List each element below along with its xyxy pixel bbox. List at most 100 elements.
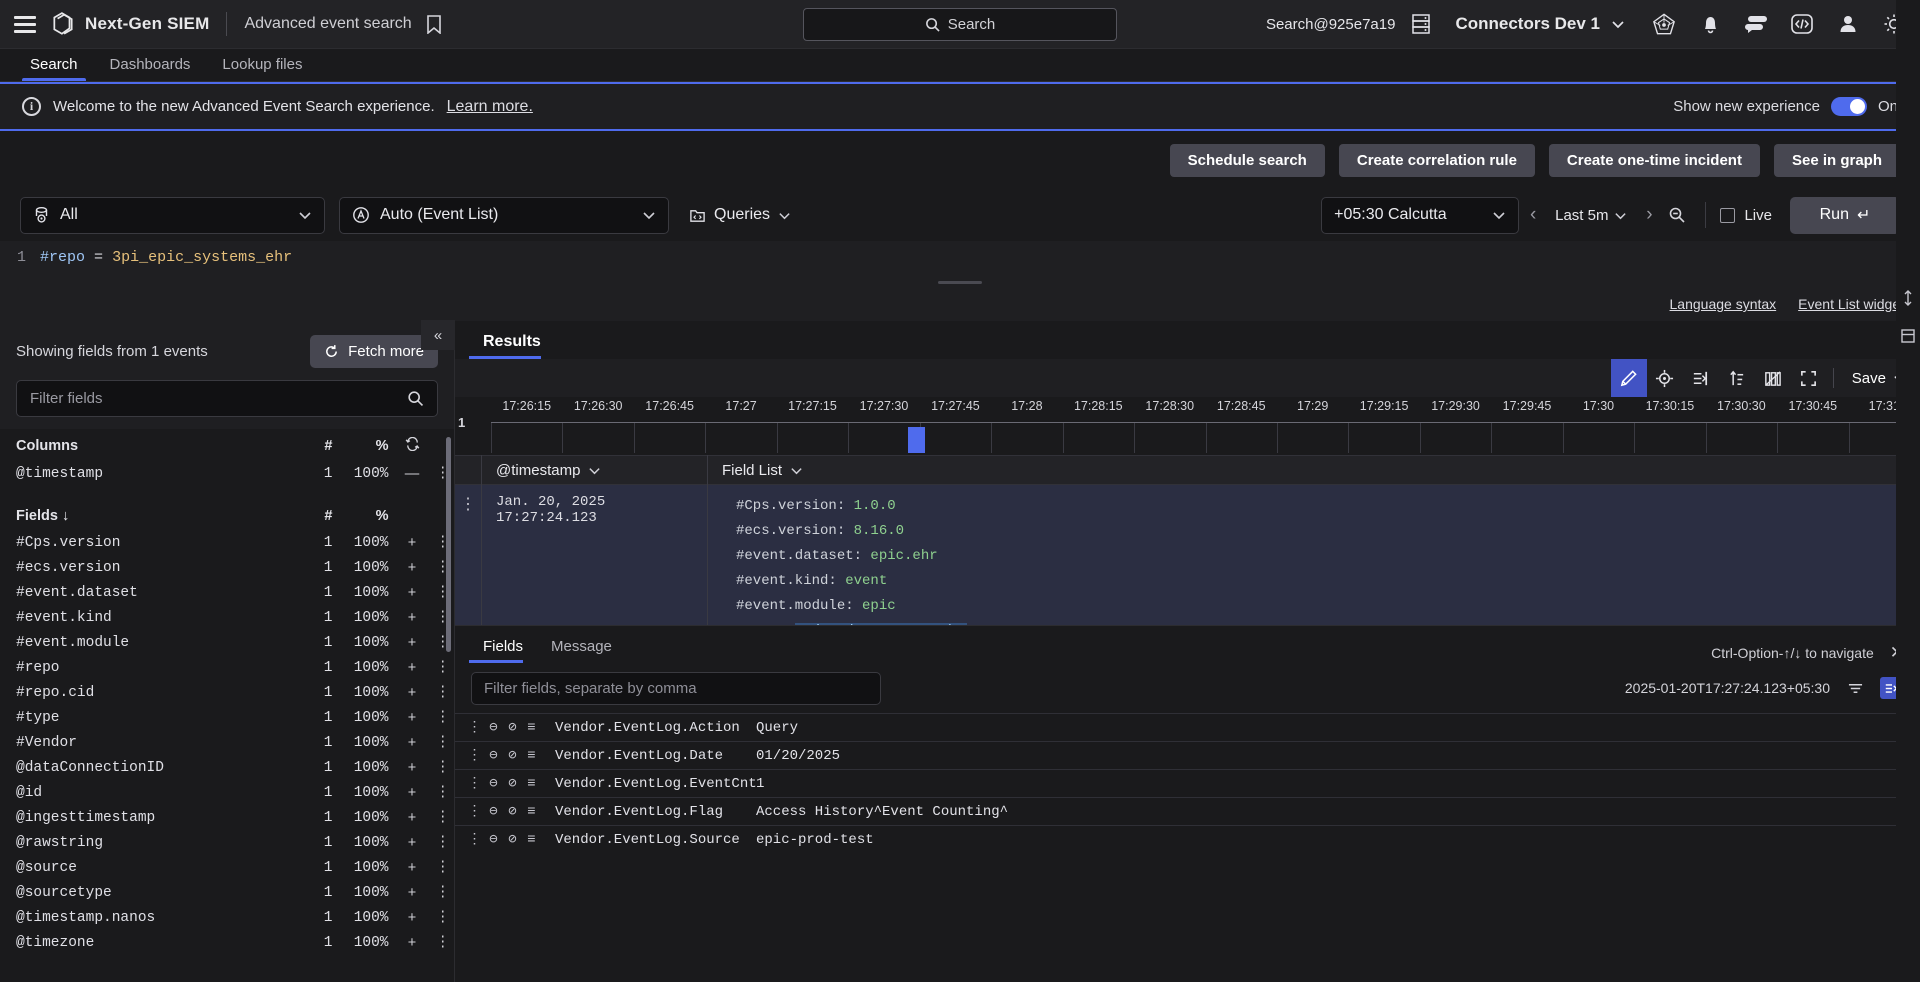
tab-dashboards[interactable]: Dashboards	[94, 56, 207, 81]
row-more-options-icon[interactable]: ⋮	[465, 831, 484, 848]
add-field-button[interactable]: +	[389, 705, 420, 730]
add-field-button[interactable]: +	[389, 880, 420, 905]
new-experience-toggle[interactable]	[1831, 97, 1867, 116]
copy-value-icon[interactable]: ≡	[522, 804, 541, 820]
add-field-button[interactable]: +	[389, 855, 420, 880]
see-in-graph-button[interactable]: See in graph	[1774, 144, 1900, 177]
create-correlation-rule-button[interactable]: Create correlation rule	[1339, 144, 1535, 177]
field-row[interactable]: @source1100%+⋮	[0, 855, 450, 880]
queries-menu[interactable]: Queries	[683, 206, 797, 224]
filter-not-equals-icon[interactable]: ⊘	[503, 831, 522, 848]
add-field-button[interactable]: +	[389, 930, 420, 955]
row-more-options-icon[interactable]: ⋮	[465, 775, 484, 792]
tab-fields[interactable]: Fields	[469, 638, 537, 663]
filter-equals-icon[interactable]: ⊖	[484, 803, 503, 820]
field-more-options-icon[interactable]: ⋮	[420, 780, 451, 805]
tab-search[interactable]: Search	[14, 56, 94, 81]
chevron-down-icon[interactable]	[1606, 12, 1630, 36]
add-field-button[interactable]: +	[389, 580, 420, 605]
detail-field-row[interactable]: ⋮⊖⊘≡Vendor.EventLog.FlagAccess History^E…	[455, 797, 1920, 825]
collapse-sidebar-button[interactable]: «	[421, 320, 455, 350]
tab-message[interactable]: Message	[537, 638, 626, 663]
event-header-fieldlist[interactable]: Field List	[707, 455, 1920, 485]
detail-field-row[interactable]: ⋮⊖⊘≡Vendor.EventLog.Date01/20/2025	[455, 741, 1920, 769]
repository-selector[interactable]: All	[20, 197, 325, 234]
add-field-button[interactable]: +	[389, 605, 420, 630]
copy-value-icon[interactable]: ≡	[522, 748, 541, 764]
event-detail-filter-input[interactable]	[471, 672, 881, 705]
add-field-button[interactable]: +	[389, 905, 420, 930]
fields-header[interactable]: Fields ↓	[0, 500, 305, 530]
fetch-more-button[interactable]: Fetch more	[310, 335, 438, 368]
detail-field-row[interactable]: ⋮⊖⊘≡Vendor.EventLog.EventCnt1	[455, 769, 1920, 797]
columns-icon[interactable]	[1683, 359, 1719, 397]
add-field-button[interactable]: +	[389, 730, 420, 755]
detail-field-row[interactable]: ⋮⊖⊘≡Vendor.EventLog.ActionQuery	[455, 713, 1920, 741]
editor-resize-handle[interactable]	[938, 281, 982, 284]
field-more-options-icon[interactable]: ⋮	[420, 830, 451, 855]
row-more-options-icon[interactable]: ⋮	[465, 747, 484, 764]
field-row[interactable]: #repo1100%+⋮	[0, 655, 450, 680]
field-more-options-icon[interactable]: ⋮	[420, 730, 451, 755]
add-field-button[interactable]: +	[389, 780, 420, 805]
menu-icon[interactable]	[14, 16, 36, 33]
run-button[interactable]: Run ↵	[1790, 197, 1900, 234]
field-row[interactable]: #event.dataset1100%+⋮	[0, 580, 450, 605]
field-more-options-icon[interactable]: ⋮	[420, 855, 451, 880]
tenant-selector-label[interactable]: Connectors Dev 1	[1455, 14, 1600, 34]
add-field-button[interactable]: +	[389, 630, 420, 655]
add-field-button[interactable]: +	[389, 680, 420, 705]
tab-results[interactable]: Results	[469, 333, 555, 359]
add-field-button[interactable]: +	[389, 830, 420, 855]
timezone-selector[interactable]: +05:30 Calcutta	[1321, 197, 1519, 234]
detail-field-row[interactable]: ⋮⊖⊘≡Vendor.EventLog.Sourceepic-prod-test	[455, 825, 1920, 853]
expand-panel-icon[interactable]	[1896, 286, 1920, 310]
view-type-selector[interactable]: Auto (Event List)	[339, 197, 669, 234]
filter-fields-input[interactable]	[30, 390, 407, 407]
field-row[interactable]: #repo.cid1100%+⋮	[0, 680, 450, 705]
field-row[interactable]: #event.module1100%+⋮	[0, 630, 450, 655]
event-field-value[interactable]: epic.ehr	[870, 548, 937, 564]
fields-list-body[interactable]: Columns # % @timestamp 1 100% — ⋮	[0, 429, 454, 982]
filter-equals-icon[interactable]: ⊖	[484, 775, 503, 792]
filter-icon[interactable]	[1843, 677, 1867, 699]
filter-equals-icon[interactable]: ⊖	[484, 719, 503, 736]
add-field-button[interactable]: +	[389, 805, 420, 830]
code-icon[interactable]	[1790, 12, 1814, 36]
schedule-search-button[interactable]: Schedule search	[1170, 144, 1325, 177]
event-row[interactable]: ⋮ Jan. 20, 2025 17:27:24.123 #Cps.versio…	[455, 485, 1920, 625]
server-icon[interactable]	[1409, 12, 1433, 36]
row-more-options-icon[interactable]: ⋮	[465, 803, 484, 820]
field-row[interactable]: @ingesttimestamp1100%+⋮	[0, 805, 450, 830]
field-row[interactable]: #type1100%+⋮	[0, 705, 450, 730]
bookmark-icon[interactable]	[426, 15, 442, 34]
events-timeline-chart[interactable]: 1 17:26:1517:26:3017:26:4517:2717:27:151…	[455, 397, 1920, 455]
filter-equals-icon[interactable]: ⊖	[484, 831, 503, 848]
spider-icon[interactable]	[1652, 12, 1676, 36]
field-more-options-icon[interactable]: ⋮	[420, 805, 451, 830]
add-field-button[interactable]: +	[389, 655, 420, 680]
field-row[interactable]: @rawstring1100%+⋮	[0, 830, 450, 855]
field-row[interactable]: #ecs.version1100%+⋮	[0, 555, 450, 580]
event-field-value[interactable]: 1.0.0	[854, 498, 896, 514]
filter-not-equals-icon[interactable]: ⊘	[503, 803, 522, 820]
tab-lookup-files[interactable]: Lookup files	[206, 56, 318, 81]
event-field-value[interactable]: 8.16.0	[854, 523, 904, 539]
filter-not-equals-icon[interactable]: ⊘	[503, 775, 522, 792]
field-row[interactable]: @timestamp.nanos1100%+⋮	[0, 905, 450, 930]
field-more-options-icon[interactable]: ⋮	[420, 705, 451, 730]
add-field-button[interactable]: +	[389, 530, 420, 555]
field-row[interactable]: @dataConnectionID1100%+⋮	[0, 755, 450, 780]
field-more-options-icon[interactable]: ⋮	[420, 655, 451, 680]
copy-value-icon[interactable]: ≡	[522, 720, 541, 736]
target-icon[interactable]	[1647, 359, 1683, 397]
field-row[interactable]: @sourcetype1100%+⋮	[0, 880, 450, 905]
field-row[interactable]: #event.kind1100%+⋮	[0, 605, 450, 630]
field-row[interactable]: @id1100%+⋮	[0, 780, 450, 805]
field-row[interactable]: #Vendor1100%+⋮	[0, 730, 450, 755]
sort-icon[interactable]	[1719, 359, 1755, 397]
previous-time-range-button[interactable]: ‹	[1519, 199, 1547, 231]
column-row[interactable]: @timestamp 1 100% — ⋮	[0, 461, 450, 486]
event-row-more-options-icon[interactable]: ⋮	[455, 485, 481, 625]
zoom-out-icon[interactable]	[1663, 199, 1691, 231]
